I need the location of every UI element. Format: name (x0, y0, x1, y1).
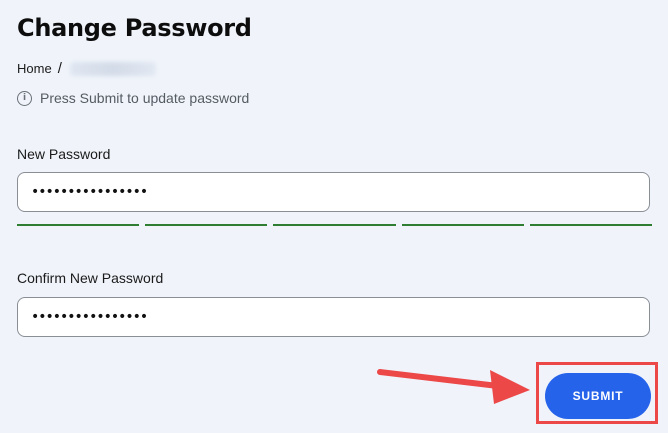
annotation-arrow-icon (377, 369, 530, 404)
new-password-input[interactable] (17, 172, 650, 212)
strength-segment (17, 224, 140, 226)
strength-segment (273, 224, 396, 226)
breadcrumb-separator: / (57, 60, 62, 77)
strength-segment (529, 224, 653, 226)
strength-segment (145, 224, 268, 226)
submit-hint: i Press Submit to update password (17, 90, 249, 106)
breadcrumb-home[interactable]: Home (17, 61, 52, 76)
submit-button[interactable]: SUBMIT (545, 373, 651, 419)
new-password-label: New Password (17, 146, 111, 162)
strength-segment (401, 224, 524, 226)
breadcrumb: Home / (17, 60, 156, 77)
password-strength-meter (17, 224, 653, 226)
breadcrumb-current-redacted (69, 61, 156, 76)
info-icon: i (17, 90, 32, 106)
page-title: Change Password (17, 14, 252, 42)
confirm-password-label: Confirm New Password (17, 270, 164, 286)
submit-hint-text: Press Submit to update password (40, 90, 250, 106)
confirm-password-input[interactable] (17, 297, 650, 337)
